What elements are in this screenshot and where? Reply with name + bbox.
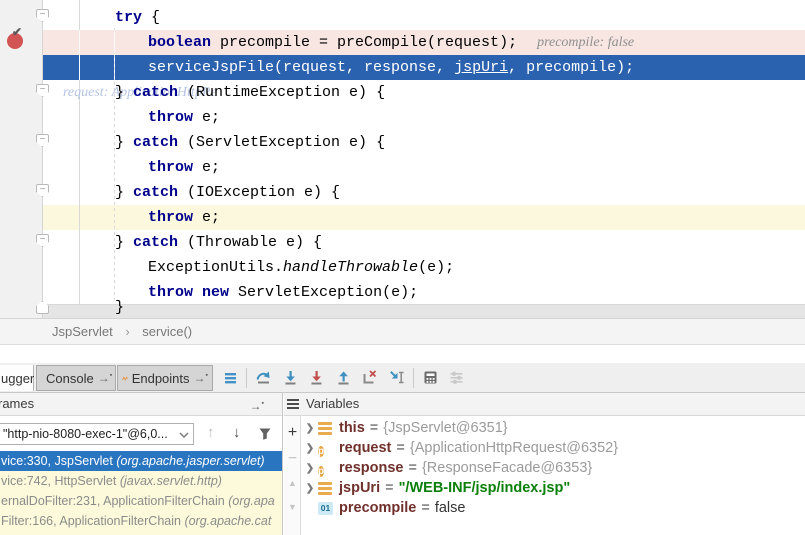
moved-tab-icon: →▪ bbox=[194, 371, 212, 385]
frame-row[interactable]: vice:330, JspServlet (org.apache.jasper.… bbox=[0, 451, 283, 471]
force-step-into-button[interactable] bbox=[308, 369, 325, 386]
frames-list: vice:330, JspServlet (org.apache.jasper.… bbox=[0, 451, 283, 535]
variable-value: {ResponseFacade@6353} bbox=[422, 460, 592, 476]
code-line: ExceptionUtils.handleThrowable(e); bbox=[43, 255, 805, 280]
toolbar-separator bbox=[246, 368, 247, 388]
expand-chevron-icon[interactable]: ❯ bbox=[302, 423, 318, 434]
toolwindow-gap bbox=[0, 345, 805, 363]
code-line: } catch (ServletException e) { bbox=[43, 130, 805, 155]
variables-list: ❯this={JspServlet@6351}❯prequest={Applic… bbox=[302, 418, 805, 518]
debugger-panels: rames →▪ "http-nio-8080-exec-1"@6,0... ↑… bbox=[0, 393, 805, 535]
expand-chevron-icon[interactable]: ❯ bbox=[302, 443, 318, 454]
code-line: serviceJspFile(request, response, jspUri… bbox=[43, 55, 805, 80]
toolbar-separator bbox=[413, 368, 414, 388]
thread-selector-value: "http-nio-8080-exec-1"@6,0... bbox=[3, 427, 168, 441]
threads-view-icon[interactable] bbox=[222, 369, 239, 386]
primitive-value-icon: 01 bbox=[318, 502, 333, 515]
code-line: throw new ServletException(e); bbox=[43, 280, 805, 305]
thread-selector[interactable]: "http-nio-8080-exec-1"@6,0... bbox=[0, 423, 194, 445]
code-line: boolean precompile = preCompile(request)… bbox=[43, 30, 805, 55]
breadcrumb-class[interactable]: JspServlet bbox=[52, 324, 113, 339]
frame-up-button-disabled: ↑ bbox=[207, 424, 215, 441]
frame-row[interactable]: vice:742, HttpServlet (javax.servlet.htt… bbox=[0, 471, 283, 491]
breadcrumb-separator-icon: › bbox=[125, 324, 129, 339]
variables-panel: Variables + − ▲ ▼ ❯this={JspServlet@6351… bbox=[284, 393, 805, 535]
variable-name: jspUri bbox=[339, 480, 380, 496]
code-line: throw e; bbox=[43, 205, 805, 230]
breadcrumb: JspServlet › service() bbox=[0, 318, 805, 345]
move-watch-down-button-disabled: ▼ bbox=[284, 502, 301, 512]
variable-name: this bbox=[339, 420, 365, 436]
remove-watch-button-disabled: − bbox=[284, 450, 301, 468]
move-watch-up-button-disabled: ▲ bbox=[284, 478, 301, 488]
variable-value: false bbox=[435, 500, 466, 516]
code-editor[interactable]: try {boolean precompile = preCompile(req… bbox=[0, 0, 805, 318]
ide-debugger-screen: try {boolean precompile = preCompile(req… bbox=[0, 0, 805, 535]
expand-chevron-icon[interactable]: ❯ bbox=[302, 463, 318, 474]
code-line: } bbox=[115, 299, 124, 316]
add-watch-button[interactable]: + bbox=[284, 424, 301, 442]
tab-console[interactable]: Console →▪ bbox=[36, 365, 116, 391]
variable-name: request bbox=[339, 440, 391, 456]
run-to-cursor-button[interactable] bbox=[388, 369, 405, 386]
frame-row[interactable]: Filter:166, ApplicationFilterChain (org.… bbox=[0, 511, 283, 531]
inline-debug-hint: precompile: false bbox=[537, 35, 634, 50]
code-line: throw e; bbox=[43, 155, 805, 180]
variable-value: "/WEB-INF/jsp/index.jsp" bbox=[399, 480, 571, 496]
editor-gutter[interactable]: ✔ bbox=[0, 0, 43, 318]
evaluate-expression-button[interactable] bbox=[422, 369, 439, 386]
editor-bottom-band bbox=[43, 304, 805, 318]
variable-row[interactable]: 01precompile=false bbox=[302, 498, 805, 518]
chevron-down-icon bbox=[179, 432, 189, 438]
drop-frame-button[interactable] bbox=[361, 369, 378, 386]
tab-console-label: Console bbox=[42, 371, 98, 386]
debugger-toolbar: ugger Console →▪ Endpoints →▪ bbox=[0, 363, 805, 393]
tab-endpoints[interactable]: Endpoints →▪ bbox=[117, 365, 213, 391]
code-line: } catch (Throwable e) { bbox=[43, 230, 805, 255]
moved-tab-icon: →▪ bbox=[98, 371, 116, 385]
breakpoint-verified-check-icon: ✔ bbox=[12, 25, 22, 39]
code-lines: try {boolean precompile = preCompile(req… bbox=[0, 0, 805, 318]
parameter-icon: p bbox=[318, 442, 333, 455]
parameter-icon: p bbox=[318, 462, 333, 475]
variables-title: Variables bbox=[306, 393, 359, 415]
step-over-button[interactable] bbox=[255, 369, 272, 386]
menu-icon[interactable] bbox=[287, 399, 299, 409]
code-line: try { bbox=[43, 5, 805, 30]
variable-row[interactable]: ❯presponse={ResponseFacade@6353} bbox=[302, 458, 805, 478]
variables-header: Variables bbox=[284, 393, 805, 416]
breadcrumb-method[interactable]: service() bbox=[142, 324, 192, 339]
frames-header: rames →▪ bbox=[0, 393, 282, 416]
tab-endpoints-label: Endpoints bbox=[128, 371, 194, 386]
tab-debugger[interactable]: ugger bbox=[0, 365, 34, 391]
frame-down-button[interactable]: ↓ bbox=[233, 424, 241, 441]
frame-row[interactable]: ernalDoFilter:231, ApplicationFilterChai… bbox=[0, 491, 283, 511]
layout-settings-button-disabled bbox=[448, 369, 465, 386]
step-out-button[interactable] bbox=[335, 369, 352, 386]
tab-debugger-label: ugger bbox=[0, 371, 38, 386]
code-line: } catch (RuntimeException e) { bbox=[43, 80, 805, 105]
variable-value: {ApplicationHttpRequest@6352} bbox=[410, 440, 618, 456]
variable-value: {JspServlet@6351} bbox=[383, 420, 507, 436]
frames-title: rames bbox=[0, 396, 34, 411]
variable-row[interactable]: ❯jspUri="/WEB-INF/jsp/index.jsp" bbox=[302, 478, 805, 498]
value-icon bbox=[318, 482, 333, 495]
expand-chevron-icon[interactable]: ❯ bbox=[302, 483, 318, 494]
variable-row[interactable]: ❯this={JspServlet@6351} bbox=[302, 418, 805, 438]
frames-panel: rames →▪ "http-nio-8080-exec-1"@6,0... ↑… bbox=[0, 393, 283, 535]
variable-row[interactable]: ❯prequest={ApplicationHttpRequest@6352} bbox=[302, 438, 805, 458]
value-icon bbox=[318, 422, 333, 435]
watches-toolbar: + − ▲ ▼ bbox=[284, 416, 301, 535]
variable-name: response bbox=[339, 460, 403, 476]
filter-frames-icon[interactable] bbox=[258, 427, 272, 440]
code-line: } catch (IOException e) { bbox=[43, 180, 805, 205]
step-into-button[interactable] bbox=[282, 369, 299, 386]
code-line: throw e; bbox=[43, 105, 805, 130]
variable-name: precompile bbox=[339, 500, 416, 516]
moved-tab-icon: →▪ bbox=[250, 393, 268, 417]
